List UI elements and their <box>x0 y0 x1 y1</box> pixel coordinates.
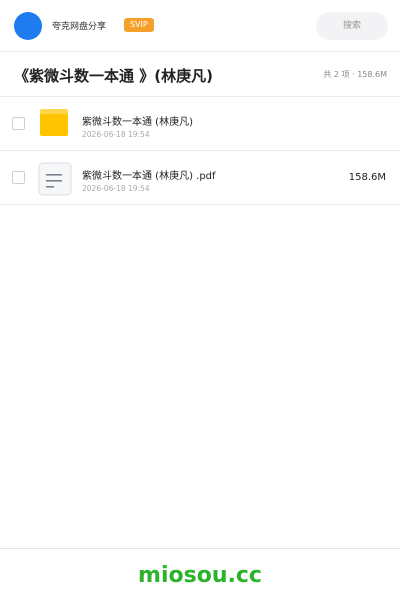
page-title: 《紫微斗数一本通 》(林庚凡) <box>14 67 213 85</box>
avatar[interactable] <box>14 12 42 40</box>
file-size: 158.6M <box>348 172 386 183</box>
folder-icon <box>38 108 70 140</box>
file-row[interactable]: 紫微斗数一本通 (林庚凡) .pdf 2026-06-18 19:54 158.… <box>0 151 400 205</box>
folder-titlebar: 《紫微斗数一本通 》(林庚凡) 共 2 项 · 158.6M <box>0 52 400 97</box>
file-date: 2026-06-18 19:54 <box>82 184 150 193</box>
file-name: 紫微斗数一本通 (林庚凡) .pdf <box>82 171 216 182</box>
share-page: 夸克网盘分享 SVIP 搜索 《紫微斗数一本通 》(林庚凡) 共 2 项 · 1… <box>0 0 400 600</box>
watermark: miosou.cc <box>138 563 262 588</box>
svip-badge: SVIP <box>124 18 154 32</box>
username: 夸克网盘分享 <box>52 22 107 32</box>
search-input[interactable]: 搜索 <box>316 12 388 40</box>
file-name: 紫微斗数一本通 (林庚凡) <box>82 117 193 128</box>
row-checkbox[interactable] <box>12 171 25 184</box>
folder-summary: 共 2 项 · 158.6M <box>323 70 387 79</box>
footer: miosou.cc <box>0 548 400 600</box>
file-date: 2026-06-18 19:54 <box>82 130 150 139</box>
row-checkbox[interactable] <box>12 117 25 130</box>
document-icon <box>38 162 72 196</box>
file-row[interactable]: 紫微斗数一本通 (林庚凡) 2026-06-18 19:54 <box>0 97 400 151</box>
header: 夸克网盘分享 SVIP 搜索 <box>0 0 400 52</box>
